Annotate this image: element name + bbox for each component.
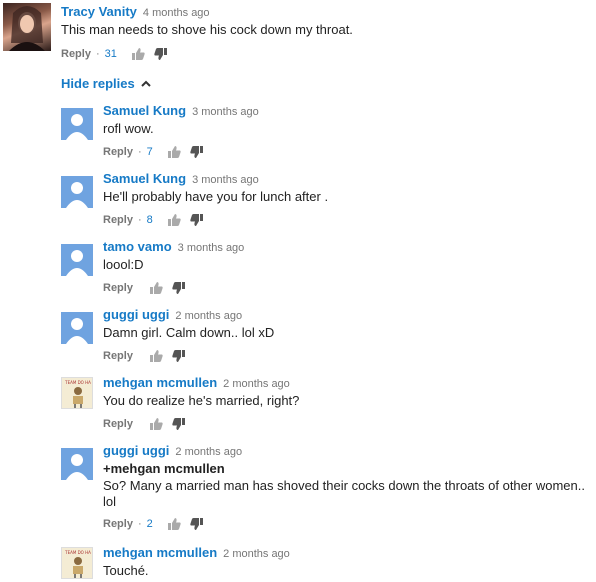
comment-time[interactable]: 2 months ago	[223, 548, 290, 560]
thumbs-up-icon[interactable]	[150, 282, 163, 295]
comment-author[interactable]: Samuel Kung	[103, 171, 186, 186]
thumbs-up-icon[interactable]	[150, 350, 163, 363]
avatar-caption: TEAM DO HA	[64, 380, 91, 385]
comment-text: rofl wow.	[103, 121, 154, 136]
reply-button[interactable]: Reply	[103, 146, 133, 158]
avatar[interactable]	[61, 244, 93, 276]
like-count: 31	[104, 48, 117, 60]
avatar[interactable]	[61, 176, 93, 208]
default-user-icon	[66, 250, 88, 276]
comment-time[interactable]: 2 months ago	[175, 310, 242, 322]
reply-button[interactable]: Reply	[103, 418, 133, 430]
comment-author[interactable]: mehgan mcmullen	[103, 375, 217, 390]
default-user-icon	[66, 454, 88, 480]
thumbs-down-icon[interactable]	[154, 48, 168, 61]
comment-author[interactable]: guggi uggi	[103, 307, 169, 322]
comment-time[interactable]: 3 months ago	[192, 174, 259, 186]
comment-time[interactable]: 2 months ago	[175, 446, 242, 458]
avatar[interactable]	[61, 108, 93, 140]
reply-button[interactable]: Reply	[103, 282, 133, 294]
thumbs-up-icon[interactable]	[150, 418, 163, 431]
separator-dot: ·	[95, 48, 100, 60]
reply-button[interactable]: Reply	[103, 350, 133, 362]
comment-text: So? Many a married man has shoved their …	[103, 478, 585, 509]
avatar-caption: TEAM DO HA	[64, 550, 91, 555]
comment-time[interactable]: 4 months ago	[143, 7, 210, 19]
comment-author[interactable]: Tracy Vanity	[61, 4, 137, 19]
comment-author[interactable]: Samuel Kung	[103, 103, 186, 118]
like-count: 8	[146, 214, 153, 226]
thumbs-up-icon[interactable]	[167, 146, 181, 159]
thumbs-down-icon[interactable]	[190, 214, 203, 227]
sketch-avatar-icon: TEAM DO HA	[64, 380, 91, 408]
hide-replies-label: Hide replies	[61, 76, 135, 91]
thumbs-down-icon[interactable]	[172, 282, 186, 295]
comment-time[interactable]: 3 months ago	[192, 106, 259, 118]
default-user-icon	[66, 182, 88, 208]
like-count: 2	[146, 518, 153, 530]
sketch-avatar-icon: TEAM DO HA	[64, 550, 91, 578]
default-user-icon	[66, 114, 88, 140]
reply-button[interactable]: Reply	[103, 214, 133, 226]
thumbs-down-icon[interactable]	[190, 518, 203, 531]
avatar[interactable]: TEAM DO HA	[61, 377, 93, 409]
thumbs-down-icon[interactable]	[190, 146, 203, 159]
default-user-icon	[66, 318, 88, 344]
comment-text: You do realize he's married, right?	[103, 393, 300, 408]
like-count: 7	[146, 146, 153, 158]
thumbs-down-icon[interactable]	[172, 418, 186, 431]
comment-text: loool:D	[103, 257, 144, 272]
avatar[interactable]	[3, 3, 51, 51]
thumbs-up-icon[interactable]	[131, 48, 145, 61]
hide-replies-button[interactable]: Hide replies	[61, 75, 151, 91]
mention-link[interactable]: +mehgan mcmullen	[103, 461, 593, 477]
comment-text: Touché.	[103, 563, 149, 578]
reply-button[interactable]: Reply	[61, 48, 91, 60]
avatar[interactable]	[61, 312, 93, 344]
comment-text: He'll probably have you for lunch after …	[103, 189, 329, 204]
separator-dot: ·	[137, 214, 142, 226]
comment-time[interactable]: 2 months ago	[223, 378, 290, 390]
comment-text: This man needs to shove his cock down my…	[61, 22, 353, 37]
avatar[interactable]: TEAM DO HA	[61, 547, 93, 579]
separator-dot: ·	[137, 518, 142, 530]
user-photo-icon	[9, 6, 45, 51]
comment-text: Damn girl. Calm down.. lol xD	[103, 325, 275, 340]
avatar[interactable]	[61, 448, 93, 480]
comment-author[interactable]: tamo vamo	[103, 239, 172, 254]
thumbs-down-icon[interactable]	[172, 350, 186, 363]
thumbs-up-icon[interactable]	[167, 214, 181, 227]
thumbs-up-icon[interactable]	[167, 518, 181, 531]
separator-dot: ·	[137, 146, 142, 158]
chevron-up-icon	[140, 75, 151, 90]
comment-author[interactable]: mehgan mcmullen	[103, 545, 217, 560]
reply-button[interactable]: Reply	[103, 518, 133, 530]
comment-author[interactable]: guggi uggi	[103, 443, 169, 458]
comment-time[interactable]: 3 months ago	[178, 242, 245, 254]
